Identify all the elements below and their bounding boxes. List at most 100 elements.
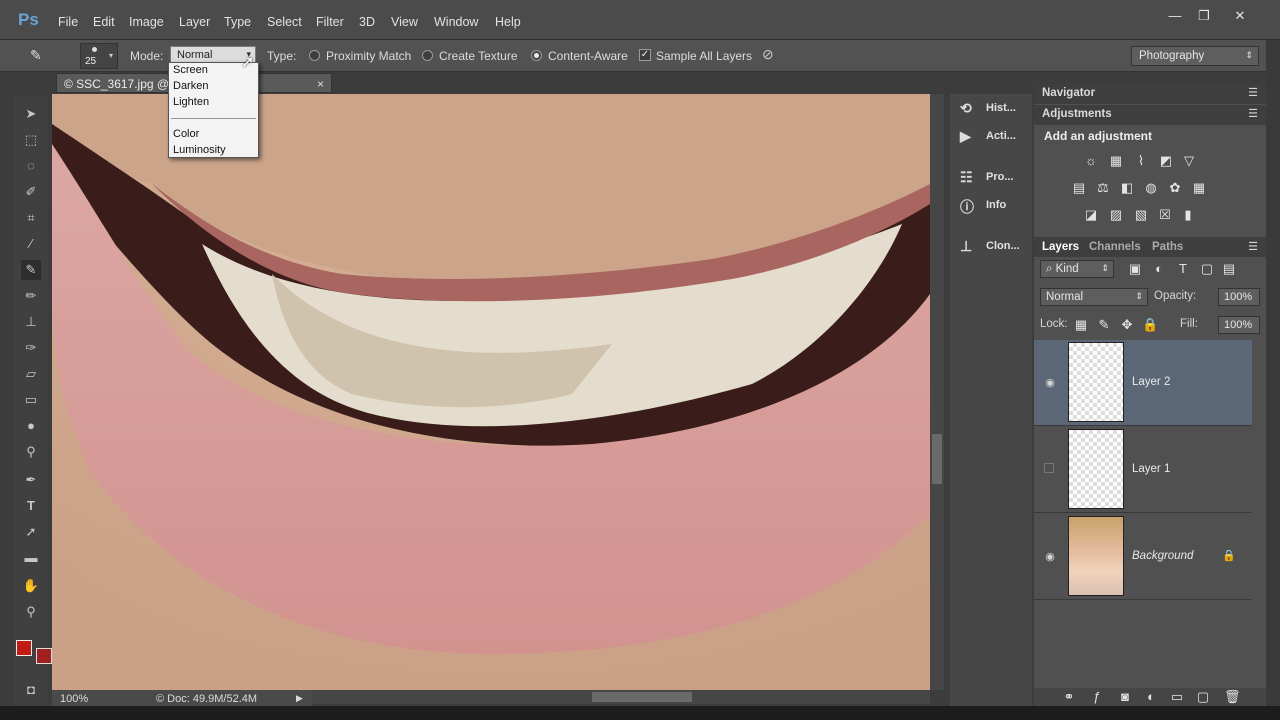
quick-mask-icon[interactable]: ◘ <box>21 680 41 700</box>
restore-button[interactable]: ❐ <box>1192 8 1216 26</box>
pressure-size-icon[interactable]: ⊘ <box>762 46 774 63</box>
layer-row-layer-1[interactable]: Layer 1 <box>1034 427 1252 513</box>
trash-icon[interactable]: 🗑 <box>1224 690 1241 704</box>
play-icon[interactable]: ▶ <box>296 693 303 704</box>
lock-transparent-icon[interactable]: ▦ <box>1074 318 1088 332</box>
close-icon[interactable]: × <box>317 77 324 91</box>
vibrance-icon[interactable]: ▽ <box>1182 154 1196 168</box>
menu-select[interactable]: Select <box>267 15 302 29</box>
actions-panel-button[interactable]: ▶ Acti... <box>950 124 1032 150</box>
brush-preset-picker[interactable]: 25 ▾ <box>80 43 118 69</box>
menu-image[interactable]: Image <box>129 15 164 29</box>
dropdown-item-luminosity[interactable]: Luminosity <box>173 144 226 156</box>
hue-saturation-icon[interactable]: ▤ <box>1072 181 1086 195</box>
channel-mixer-icon[interactable]: ✿ <box>1168 181 1182 195</box>
blend-mode-select[interactable]: Normal ⇕ <box>1040 288 1148 306</box>
vertical-scroll-thumb[interactable] <box>932 434 942 484</box>
foreground-color-swatch[interactable] <box>16 640 32 656</box>
horizontal-scrollbar[interactable] <box>310 690 930 704</box>
dropdown-item-lighten[interactable]: Lighten <box>173 96 209 108</box>
new-adjustment-layer-icon[interactable]: ◐ <box>1144 690 1158 704</box>
adjustments-tab[interactable]: Adjustments <box>1042 108 1112 120</box>
menu-layer[interactable]: Layer <box>179 15 210 29</box>
brush-tool-icon[interactable]: ✏ <box>21 286 41 306</box>
new-layer-icon[interactable]: ▢ <box>1196 690 1210 704</box>
menu-type[interactable]: Type <box>224 15 251 29</box>
smart-object-filter-icon[interactable]: ▤ <box>1222 262 1236 276</box>
content-aware-radio[interactable] <box>531 50 542 61</box>
exposure-icon[interactable]: ◩ <box>1159 154 1173 168</box>
marquee-tool-icon[interactable]: ⬚ <box>21 130 41 150</box>
background-color-swatch[interactable] <box>36 648 52 664</box>
dodge-tool-icon[interactable]: ⚲ <box>21 442 41 462</box>
adjustment-filter-icon[interactable]: ◐ <box>1152 262 1166 276</box>
gradient-map-icon[interactable]: ▮ <box>1181 208 1195 222</box>
menu-file[interactable]: File <box>58 15 78 29</box>
panel-menu-icon[interactable]: ☰ <box>1248 107 1258 120</box>
navigator-tab[interactable]: Navigator <box>1042 87 1095 99</box>
opacity-input[interactable]: 100% <box>1218 288 1260 306</box>
selective-color-icon[interactable]: ☒ <box>1158 208 1172 222</box>
tab-channels[interactable]: Channels <box>1089 241 1141 253</box>
panel-menu-icon[interactable]: ☰ <box>1248 86 1258 99</box>
fx-icon[interactable]: ƒ <box>1090 690 1104 704</box>
rectangle-tool-icon[interactable]: ▬ <box>21 548 41 568</box>
layer-row-background[interactable]: ◉ Background 🔒 <box>1034 514 1252 600</box>
curves-icon[interactable]: ⌇ <box>1134 154 1148 168</box>
fill-input[interactable]: 100% <box>1218 316 1260 334</box>
posterize-icon[interactable]: ▨ <box>1109 208 1123 222</box>
menu-window[interactable]: Window <box>434 15 478 29</box>
create-texture-radio[interactable] <box>422 50 433 61</box>
filter-kind-select[interactable]: ⌕ Kind ⇕ <box>1040 260 1114 278</box>
color-lookup-icon[interactable]: ▦ <box>1192 181 1206 195</box>
dropdown-item-darken[interactable]: Darken <box>173 80 208 92</box>
black-white-icon[interactable]: ◧ <box>1120 181 1134 195</box>
color-balance-icon[interactable]: ⚖ <box>1096 181 1110 195</box>
spot-healing-tool-icon[interactable]: ✎ <box>21 260 41 280</box>
invert-icon[interactable]: ◪ <box>1084 208 1098 222</box>
history-panel-button[interactable]: ⟲ Hist... <box>950 96 1032 122</box>
quick-selection-tool-icon[interactable]: ✐ <box>21 182 41 202</box>
link-layers-icon[interactable]: ⚭ <box>1062 690 1076 704</box>
pixel-filter-icon[interactable]: ▣ <box>1128 262 1142 276</box>
path-selection-tool-icon[interactable]: ➚ <box>21 522 41 542</box>
tab-paths[interactable]: Paths <box>1152 241 1183 253</box>
history-brush-tool-icon[interactable]: ✑ <box>21 338 41 358</box>
panel-menu-icon[interactable]: ☰ <box>1248 240 1258 253</box>
visibility-toggle-off[interactable] <box>1044 463 1054 473</box>
eye-icon[interactable]: ◉ <box>1044 376 1056 389</box>
photo-filter-icon[interactable]: ◍ <box>1144 181 1158 195</box>
type-tool-icon[interactable]: T <box>21 496 41 516</box>
shape-filter-icon[interactable]: ▢ <box>1200 262 1214 276</box>
clone-source-panel-button[interactable]: ⊥ Clon... <box>950 234 1032 260</box>
proximity-match-label[interactable]: Proximity Match <box>326 49 411 63</box>
menu-edit[interactable]: Edit <box>93 15 115 29</box>
menu-filter[interactable]: Filter <box>316 15 344 29</box>
proximity-match-radio[interactable] <box>309 50 320 61</box>
canvas-image[interactable] <box>52 94 930 690</box>
add-mask-icon[interactable]: ◙ <box>1118 690 1132 704</box>
eye-icon[interactable]: ◉ <box>1044 550 1056 563</box>
sample-all-layers-checkbox[interactable]: ✓ <box>639 49 651 61</box>
properties-panel-button[interactable]: ☷ Pro... <box>950 165 1032 191</box>
zoom-tool-icon[interactable]: ⚲ <box>21 602 41 622</box>
create-texture-label[interactable]: Create Texture <box>439 49 518 63</box>
pen-tool-icon[interactable]: ✒ <box>21 470 41 490</box>
lock-image-icon[interactable]: ✎ <box>1097 318 1111 332</box>
threshold-icon[interactable]: ▧ <box>1134 208 1148 222</box>
menu-view[interactable]: View <box>391 15 418 29</box>
dropdown-item-screen[interactable]: Screen <box>173 64 208 76</box>
minimize-button[interactable]: — <box>1163 8 1187 26</box>
new-group-icon[interactable]: ▭ <box>1170 690 1184 704</box>
menu-3d[interactable]: 3D <box>359 15 375 29</box>
spot-healing-brush-icon[interactable]: ✎ <box>30 47 52 65</box>
lock-all-icon[interactable]: 🔒 <box>1142 318 1158 332</box>
info-panel-button[interactable]: ⓘ Info <box>950 193 1032 219</box>
brightness-icon[interactable]: ☼ <box>1084 154 1098 168</box>
close-window-button[interactable]: ✕ <box>1228 8 1252 26</box>
type-filter-icon[interactable]: T <box>1176 262 1190 276</box>
eyedropper-tool-icon[interactable]: ⁄ <box>21 234 41 254</box>
adjustments-header[interactable]: Adjustments ☰ <box>1034 105 1266 125</box>
sample-all-layers-label[interactable]: Sample All Layers <box>656 49 752 63</box>
tab-layers[interactable]: Layers <box>1042 241 1079 253</box>
